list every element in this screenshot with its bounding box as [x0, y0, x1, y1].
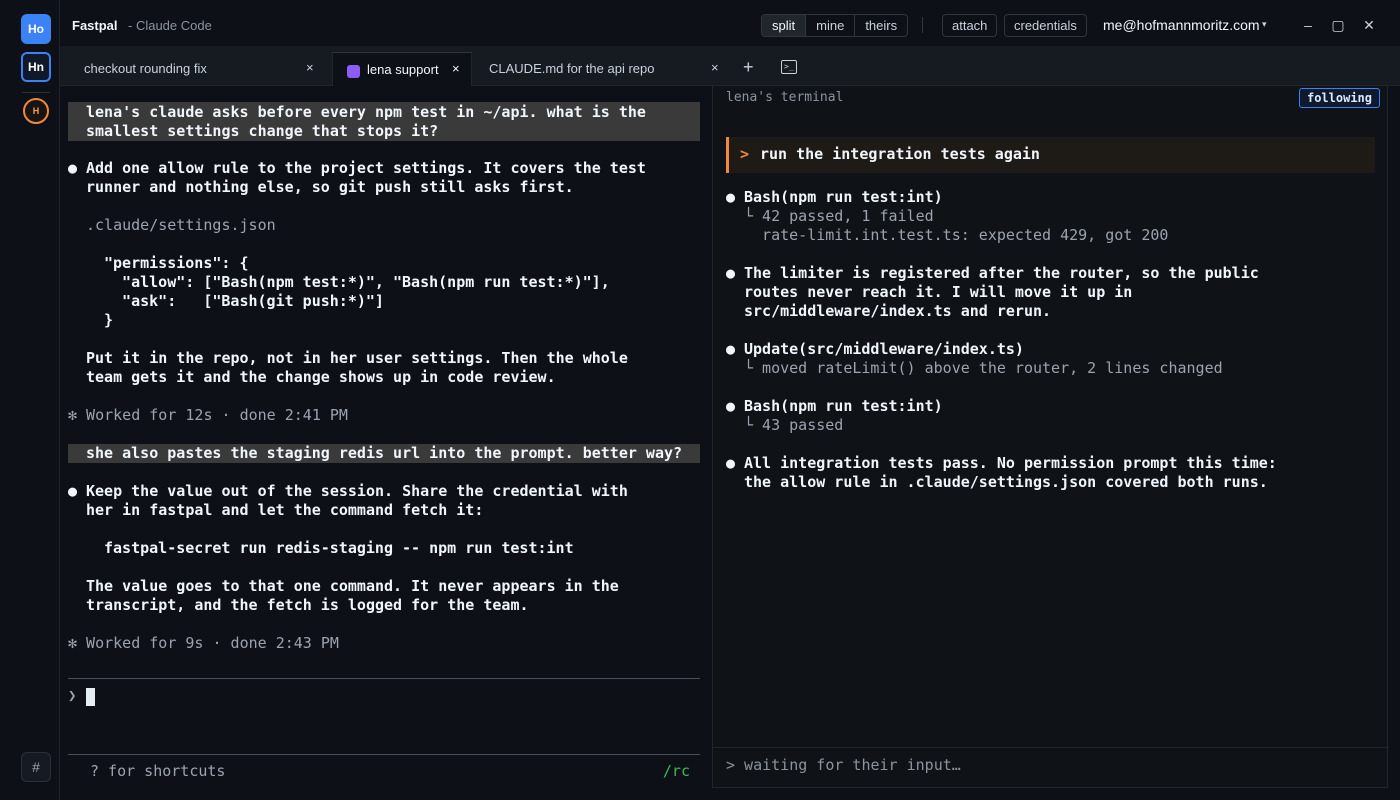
tab-color-swatch [347, 65, 360, 78]
shared-terminal-pane: lena's terminal following > run the inte… [712, 86, 1389, 788]
message-text: smallest settings change that stops it? [86, 122, 439, 140]
tool-call: Update(src/middleware/index.ts) [744, 340, 1024, 358]
worked-status: ✻ Worked for 9s · done 2:43 PM [68, 634, 339, 652]
prompt-text: run the integration tests again [760, 145, 1040, 163]
remote-control-link[interactable]: /rc [663, 762, 690, 780]
assistant-text: src/middleware/index.ts and rerun. [744, 302, 1052, 320]
assistant-text: transcript, and the fetch is logged for … [86, 596, 529, 614]
minimize-button[interactable]: – [1297, 14, 1319, 36]
tab-close-icon[interactable]: × [306, 60, 314, 75]
terminal-icon[interactable]: >_ [781, 60, 797, 74]
message-text: lena's claude asks before every npm test… [86, 103, 646, 121]
app-subtitle: - Claude Code [128, 18, 212, 33]
view-mode-toggle: split mine theirs [761, 14, 909, 37]
terminal-user-prompt: > run the integration tests again [726, 137, 1375, 173]
app-title: Fastpal [72, 18, 118, 33]
prompt-arrow-icon: > [740, 145, 750, 163]
toolbar-divider [922, 17, 923, 33]
tool-call: Bash(npm run test:int) [744, 397, 943, 415]
shortcuts-hint: ? for shortcuts [90, 762, 226, 780]
following-badge[interactable]: following [1298, 88, 1380, 108]
code-line: "ask": ["Bash(git push:*)"] [104, 292, 384, 310]
assistant-text: Add one allow rule to the project settin… [86, 159, 646, 177]
bullet-icon: ● [726, 454, 736, 472]
tool-result: └ 43 passed [744, 416, 844, 434]
title-bar: Fastpal - Claude Code split mine theirs … [60, 0, 1400, 46]
user-message: she also pastes the staging redis url in… [68, 444, 700, 463]
code-line: "permissions": { [104, 254, 249, 272]
tool-result: rate-limit.int.test.ts: expected 429, go… [744, 226, 1169, 244]
assistant-text: Keep the value out of the session. Share… [86, 482, 628, 500]
input-divider [68, 678, 700, 679]
assistant-text: The limiter is registered after the rout… [744, 264, 1259, 282]
maximize-button[interactable]: ▢ [1327, 14, 1349, 36]
footer-divider [68, 754, 700, 755]
bullet-icon: ● [68, 159, 78, 177]
user-account-menu[interactable]: me@hofmannmoritz.com [1103, 17, 1260, 33]
assistant-text: her in fastpal and let the command fetch… [86, 501, 484, 519]
prompt-chevron-icon: ❯ [68, 688, 77, 704]
assistant-text: routes never reach it. I will move it up… [744, 283, 1133, 301]
bullet-icon: ● [726, 264, 736, 282]
tool-call: Bash(npm run test:int) [744, 188, 943, 206]
tab-checkout-rounding-fix[interactable]: checkout rounding fix × [70, 52, 330, 86]
chat-pane: lena's claude asks before every npm test… [68, 86, 700, 800]
attach-button[interactable]: attach [942, 14, 998, 37]
code-line: "allow": ["Bash(npm test:*)", "Bash(npm … [104, 273, 610, 291]
worked-status: ✻ Worked for 12s · done 2:41 PM [68, 406, 348, 424]
terminal-waiting-input: > waiting for their input… [726, 756, 961, 774]
tab-label: CLAUDE.md for the api repo [489, 61, 655, 76]
assistant-text: the allow rule in .claude/settings.json … [744, 473, 1268, 491]
tab-label: lena support [367, 62, 439, 77]
close-window-button[interactable]: ✕ [1358, 14, 1380, 36]
tab-close-icon[interactable]: × [711, 60, 719, 75]
chevron-down-icon[interactable]: ▾ [1262, 19, 1267, 30]
user-message: lena's claude asks before every npm test… [68, 102, 700, 141]
terminal-input-divider [713, 747, 1389, 748]
view-theirs-button[interactable]: theirs [855, 15, 907, 36]
assistant-text: team gets it and the change shows up in … [86, 368, 556, 386]
bullet-icon: ● [726, 340, 736, 358]
new-tab-plus-icon[interactable]: + [743, 57, 754, 78]
assistant-text: All integration tests pass. No permissio… [744, 454, 1277, 472]
bullet-icon: ● [68, 482, 78, 500]
file-path: .claude/settings.json [86, 216, 276, 234]
tab-close-icon[interactable]: × [452, 61, 460, 76]
message-text: she also pastes the staging redis url in… [86, 444, 683, 462]
tab-claude-md[interactable]: CLAUDE.md for the api repo × [475, 52, 725, 86]
workspace-ho[interactable]: Ho [21, 14, 51, 44]
workspace-rail: Ho Hn H # [0, 0, 60, 800]
credentials-button[interactable]: credentials [1004, 14, 1087, 37]
tool-result: └ 42 passed, 1 failed [744, 207, 934, 225]
view-split-button[interactable]: split [762, 15, 807, 36]
view-mine-button[interactable]: mine [806, 15, 856, 36]
chat-input[interactable] [86, 688, 95, 706]
assistant-text: runner and nothing else, so git push sti… [86, 178, 574, 196]
code-line: } [104, 311, 114, 329]
session-tab-bar: checkout rounding fix × lena support × C… [60, 46, 1400, 86]
bullet-icon: ● [726, 397, 736, 415]
tab-label: checkout rounding fix [84, 61, 207, 76]
channels-hash-icon[interactable]: # [21, 752, 51, 782]
assistant-text: The value goes to that one command. It n… [86, 577, 619, 595]
workspace-hn[interactable]: Hn [21, 52, 51, 82]
rail-divider [22, 92, 50, 93]
tool-result: └ moved rateLimit() above the router, 2 … [744, 359, 1223, 377]
bullet-icon: ● [726, 188, 736, 206]
assistant-text: Put it in the repo, not in her user sett… [86, 349, 628, 367]
terminal-title: lena's terminal [726, 90, 844, 105]
workspace-h[interactable]: H [23, 98, 49, 124]
tab-lena-support[interactable]: lena support × [332, 52, 472, 86]
command-line: fastpal-secret run redis-staging -- npm … [104, 539, 574, 557]
